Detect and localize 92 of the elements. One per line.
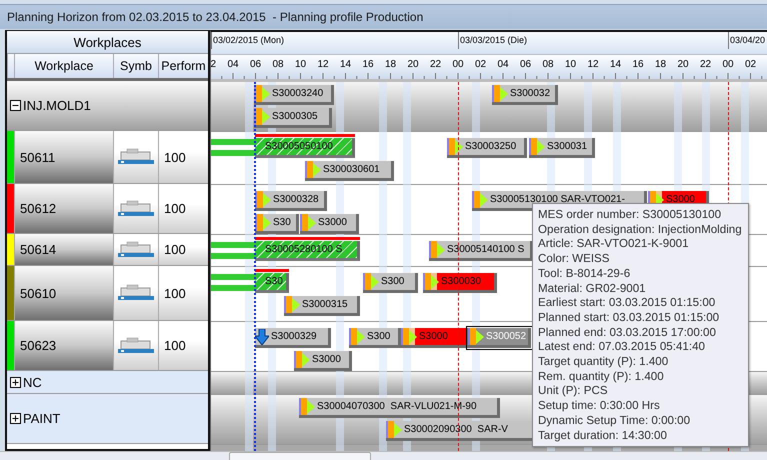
hour-label: 08 [542,59,554,70]
hour-label: 18 [654,59,666,70]
hour-label: 18 [384,59,396,70]
expand-icon[interactable] [10,413,21,424]
hour-label: 2 [211,59,216,70]
machine-icon [118,336,154,354]
tooltip-line: Rem. quantity (P): 1.400 [538,370,665,384]
workplace-cell: 50610 [14,266,113,320]
order-bar[interactable]: S30 [255,214,299,234]
late-order-bar[interactable]: S3000 [401,328,470,348]
hour-label: 10 [294,59,306,70]
tooltip-line: Article: SAR-VTO021-K-9001 [538,237,690,252]
hour-label: 16 [362,59,374,70]
hour-label: 04 [227,59,239,70]
order-bar[interactable]: S3000328 [255,191,327,211]
window-title: Planning Horizon from 02.03.2015 to 23.04.2015 - Planning profile Production [0,4,767,29]
tooltip-line: Target quantity (P): 1.400 [538,355,670,370]
hour-label: 12 [587,59,599,70]
workplace-cell: 50611 [14,131,113,183]
collapse-icon[interactable] [10,100,21,111]
machine-icon [118,148,154,166]
hour-label: 20 [407,59,419,70]
order-bar[interactable]: S300031 [529,138,595,158]
hour-label: 22 [700,59,712,70]
tooltip-line: Color: WEISS [538,252,611,267]
order-bar[interactable]: S30004070300 SAR-VLU021-M-90 [299,398,500,418]
hour-label: 20 [677,59,689,70]
hour-label: 08 [272,59,284,70]
horizontal-scrollbar[interactable] [0,451,767,460]
column-header[interactable]: Workplace [14,54,113,78]
tooltip-line: Earliest start: 03.03.2015 01:15:00 [538,296,716,311]
tooltip-line: Latest end: 07.03.2015 05:41:40 [538,340,706,356]
hour-label: 00 [452,59,464,70]
perform-cell: 100 [158,266,208,320]
down-arrow-icon [255,328,269,344]
column-group-header: Workplaces [7,31,208,54]
group-name: PAINT [23,411,60,426]
late-line [255,269,289,272]
date-label: 03/03/2015 (Die) [458,32,528,49]
hour-label: 02 [744,59,756,70]
date-label: 03/02/2015 (Mon) [211,32,284,49]
tooltip-line: Planned start: 03.03.2015 01:15:00 [538,310,720,326]
perform-cell: 100 [158,184,208,233]
hour-label: 06 [250,59,262,70]
order-bar[interactable]: S300 [349,328,401,348]
order-bar[interactable]: S30003240 [254,85,334,105]
order-bar[interactable]: S300032 [492,85,558,105]
perform-cell: 100 [158,321,208,370]
hour-label: 00 [722,59,734,70]
hour-label: 04 [497,59,509,70]
group-name: NC [23,374,42,390]
hour-label: 14 [610,59,622,70]
hour-label: 14 [340,59,352,70]
order-bar[interactable]: S3000329 [255,328,331,348]
order-bar[interactable]: S3000 [294,351,352,371]
hour-label: 02 [474,59,486,70]
order-bar[interactable]: S300030601 [305,161,394,181]
tooltip-line: MES order number: S30005130100 [538,208,722,223]
group-name: INJ.MOLD1 [23,98,91,113]
hour-label: 16 [632,59,644,70]
tooltip-line: Planned end: 03.03.2015 17:00:00 [538,326,717,340]
column-header[interactable]: Symb [113,54,158,78]
tooltip-line: Operation designation: InjectionMolding [538,222,742,238]
tooltip-line: Target duration: 14:30:00 [538,428,668,444]
tooltip-line: Tool: B-8014-29-6 [538,266,632,282]
hour-label: 12 [317,59,329,70]
date-label: 03/04/20 [728,32,766,49]
workplace-cell: 50612 [14,184,113,233]
hour-label: 22 [430,59,442,70]
hour-label: 06 [520,59,532,70]
expand-icon[interactable] [10,376,21,388]
order-bar[interactable]: S30005140100 S [429,241,533,261]
scrollbar-thumb[interactable] [229,452,371,460]
hour-label: 10 [564,59,576,70]
column-header[interactable]: Perform [158,54,208,78]
perform-cell: 100 [158,131,208,183]
workplace-cell: 50623 [14,321,113,370]
order-bar[interactable]: S3000315 [284,296,360,316]
order-bar[interactable]: S300 [363,273,418,293]
tooltip-line: Material: GR02-9001 [538,282,647,296]
late-order-bar[interactable]: S300030 [423,273,497,293]
machine-icon [118,284,154,302]
order-bar[interactable]: S3000305 [254,108,332,128]
tooltip-line: Unit (P): PCS [538,384,609,400]
machine-icon [118,240,154,258]
perform-cell: 100 [158,234,208,265]
order-bar[interactable]: S30003250 [447,138,527,158]
order-bar[interactable]: S3000 [300,214,359,234]
workplace-cell: 50614 [14,234,113,265]
tooltip-line: Setup time: 0:30:00 Hrs [538,399,661,414]
tooltip-line: Dynamic Setup Time: 0:00:00 [538,414,692,429]
machine-icon [118,200,154,218]
